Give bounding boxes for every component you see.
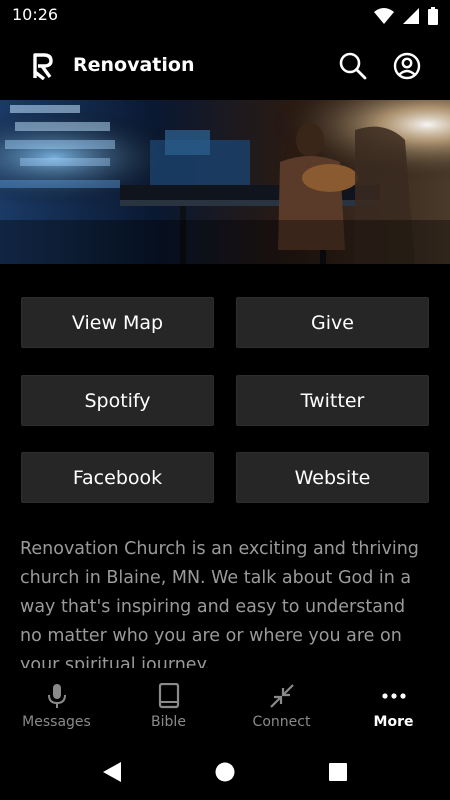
battery-icon — [428, 7, 438, 25]
nav-item-more[interactable]: More — [337, 668, 450, 743]
home-circle-icon — [215, 762, 235, 782]
nav-label-messages: Messages — [22, 714, 91, 730]
status-time: 10:26 — [12, 5, 59, 24]
renovation-logo-icon — [33, 53, 53, 80]
nav-label-connect: Connect — [252, 714, 311, 730]
church-description: Renovation Church is an exciting and thr… — [20, 539, 419, 668]
search-button[interactable] — [338, 51, 368, 81]
website-button[interactable]: Website — [236, 452, 429, 503]
spotify-button[interactable]: Spotify — [21, 375, 214, 426]
search-icon — [339, 52, 367, 80]
system-nav-bar — [0, 743, 450, 800]
bottom-nav: Messages Bible Connect More — [0, 668, 450, 743]
back-button[interactable] — [100, 760, 124, 784]
status-bar: 10:26 — [0, 0, 450, 32]
status-icons — [374, 7, 438, 25]
recents-button[interactable] — [326, 760, 350, 784]
app-title: Renovation — [73, 54, 195, 76]
wifi-icon — [374, 8, 394, 24]
cell-signal-icon — [403, 8, 419, 24]
nav-item-connect[interactable]: Connect — [225, 668, 338, 743]
nav-item-messages[interactable]: Messages — [0, 668, 113, 743]
collapse-arrows-icon — [269, 684, 294, 708]
nav-label-bible: Bible — [151, 714, 186, 730]
microphone-icon — [47, 684, 66, 708]
hero-image — [0, 100, 450, 264]
recents-square-icon — [329, 763, 347, 781]
more-dots-icon — [381, 693, 406, 699]
app-bar: Renovation — [0, 32, 450, 100]
view-map-button[interactable]: View Map — [21, 297, 214, 348]
account-button[interactable] — [392, 51, 422, 81]
account-icon — [393, 52, 421, 80]
twitter-button[interactable]: Twitter — [236, 375, 429, 426]
nav-item-bible[interactable]: Bible — [112, 668, 225, 743]
back-triangle-icon — [103, 762, 121, 782]
give-button[interactable]: Give — [236, 297, 429, 348]
facebook-button[interactable]: Facebook — [21, 452, 214, 503]
home-button[interactable] — [213, 760, 237, 784]
nav-label-more: More — [373, 714, 414, 730]
book-icon — [158, 683, 179, 709]
hero-illustration — [0, 100, 450, 264]
